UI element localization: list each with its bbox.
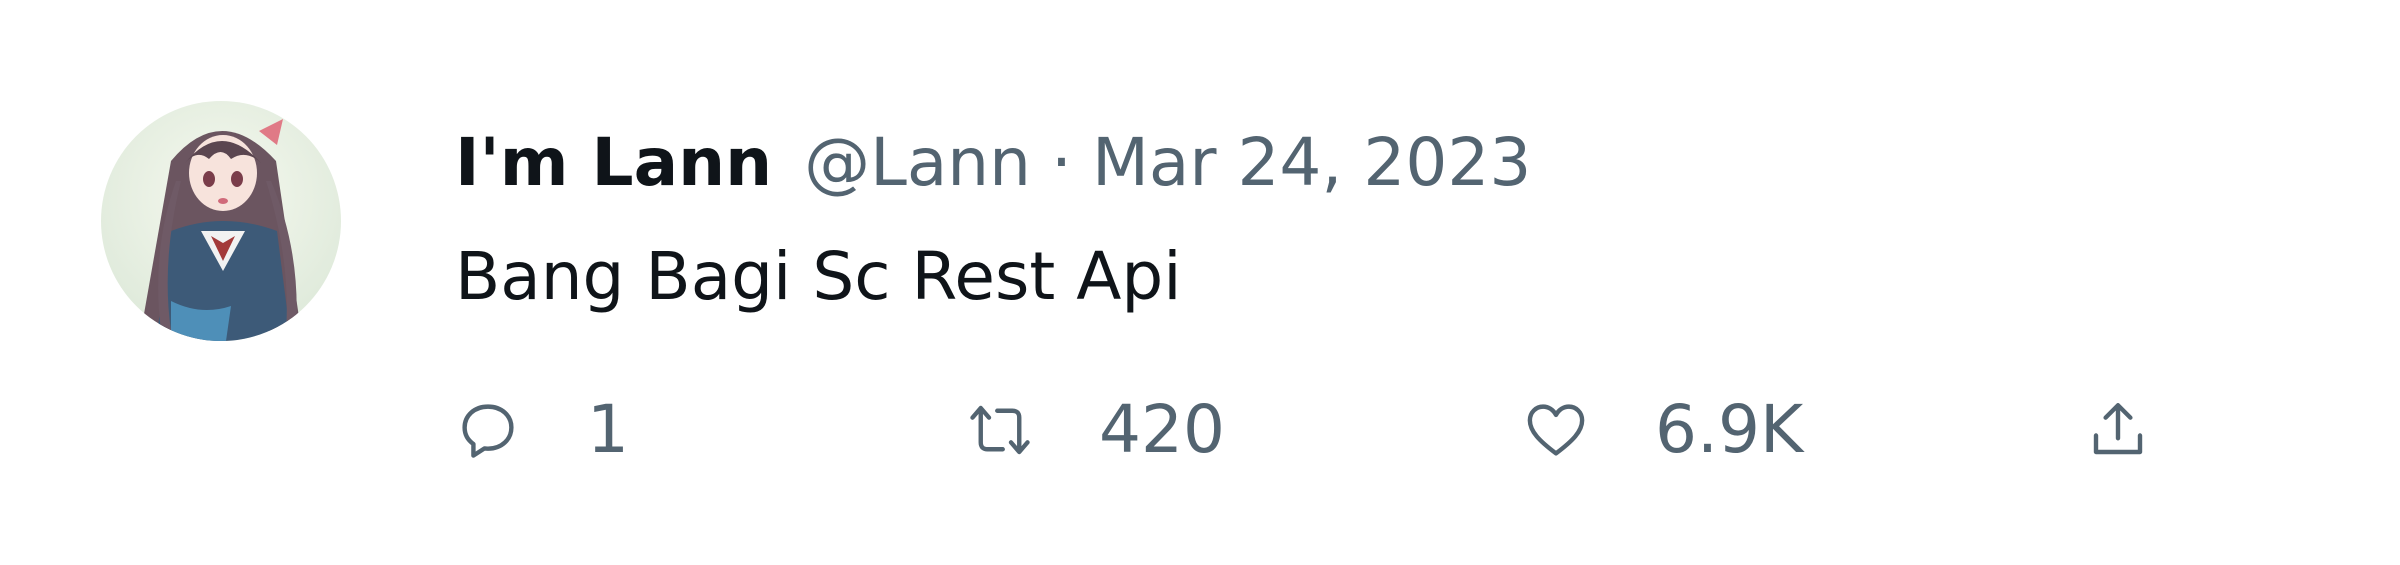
reply-count: 1 (587, 391, 629, 468)
author-handle[interactable]: @Lann (804, 118, 1031, 208)
tweet-header: I'm Lann @Lann · Mar 24, 2023 (455, 118, 1531, 208)
tweet-date[interactable]: Mar 24, 2023 (1092, 118, 1531, 208)
author-display-name[interactable]: I'm Lann (455, 118, 772, 208)
share-button[interactable] (2085, 385, 2151, 475)
avatar[interactable] (101, 101, 341, 341)
heart-icon (1523, 397, 1589, 463)
retweet-count: 420 (1099, 391, 1225, 468)
reply-bubble-icon (455, 397, 521, 463)
tweet-card[interactable]: I'm Lann @Lann · Mar 24, 2023 Bang Bagi … (0, 0, 2400, 565)
like-count: 6.9K (1655, 391, 1804, 468)
like-button[interactable]: 6.9K (1523, 385, 1803, 475)
retweet-button[interactable]: 420 (967, 385, 1225, 475)
tweet-actions: 1 420 6.9K (455, 385, 2185, 475)
header-separator: · (1050, 124, 1072, 201)
share-upload-icon (2085, 397, 2151, 463)
avatar-image (101, 101, 341, 341)
tweet-text: Bang Bagi Sc Rest Api (455, 238, 1182, 315)
reply-button[interactable]: 1 (455, 385, 629, 475)
retweet-arrows-icon (967, 397, 1033, 463)
